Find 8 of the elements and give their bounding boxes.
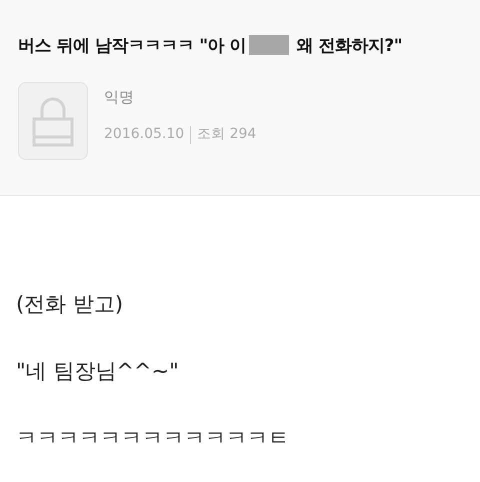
body-text: "네 팀장님^^~": [16, 359, 180, 384]
post-title: 버스 뒤에 남작ㅋㅋㅋㅋ "아 이 왜 전화하지?": [18, 34, 404, 58]
view-count: 조회 294: [197, 125, 256, 144]
lock-icon: [18, 82, 88, 160]
body-text: (전화 받고): [16, 292, 124, 318]
author-name: 익명: [104, 86, 135, 108]
post-date: 2016.05.10: [104, 125, 184, 144]
body-text: ㅋㅋㅋㅋㅋㅋㅋㅋㅋㅋㅋㅋㅌ: [16, 426, 290, 452]
